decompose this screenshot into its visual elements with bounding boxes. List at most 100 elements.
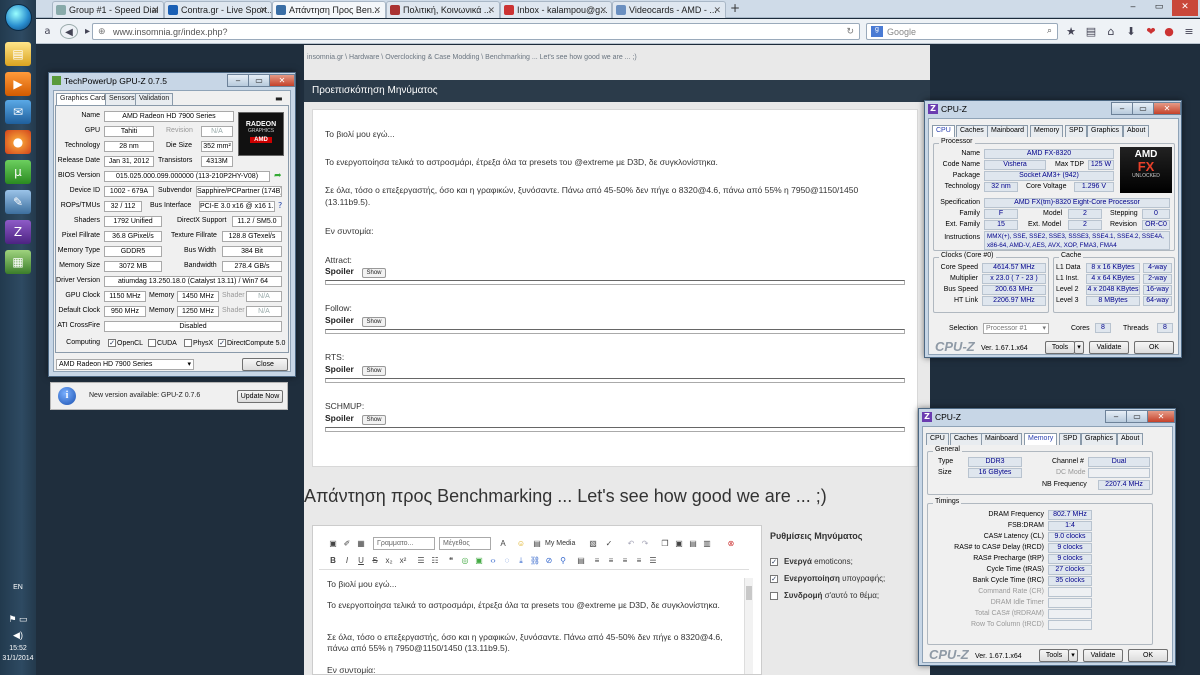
paste-word-icon[interactable]: ▥ [701,538,713,550]
validate-button[interactable]: Validate [1083,649,1123,662]
table-icon[interactable]: ▦ [355,538,367,550]
setting-signature[interactable]: ✓ Ενεργοποίηση υπογραφής; [770,574,885,583]
ok-button[interactable]: OK [1128,649,1168,662]
tab-graphics[interactable]: Graphics [1087,125,1124,137]
media-icon[interactable]: ▤ [531,538,543,550]
subscript-icon[interactable]: x₂ [383,555,395,567]
font-select[interactable]: Γραμματο... [373,537,435,550]
quote-icon[interactable]: ❝ [445,555,457,567]
paste-text-icon[interactable]: ▤ [687,538,699,550]
tab-videocards[interactable]: Videocards - AMD - ... ✕ [612,1,726,18]
tab-spd[interactable]: SPD [1059,433,1082,445]
physx-check[interactable]: PhysX [184,339,213,347]
tab-insomnia[interactable]: Απάντηση Προς Ben... ✕ [272,1,386,18]
cpuz-taskbar-icon[interactable]: Z [5,220,31,244]
checkbox[interactable] [184,339,192,347]
comment-icon[interactable]: ◌ [501,555,513,567]
maximize-button[interactable]: ▭ [1132,102,1154,115]
undo-icon[interactable]: ↶ [625,538,637,550]
tab-about[interactable]: About [1117,433,1144,445]
tab-cpu[interactable]: CPU [926,433,949,445]
tab-speed-dial[interactable]: Group #1 - Speed Dial ✕ [52,1,164,18]
checkbox[interactable]: ✓ [770,557,778,566]
notes-icon[interactable]: ✎ [5,190,31,214]
download-icon[interactable]: ⬇ [1124,24,1138,39]
firefox-icon[interactable]: ● [5,130,31,154]
help-icon[interactable]: ? [278,201,282,210]
share-icon[interactable]: ➦ [274,171,282,181]
tab-caches[interactable]: Caches [956,125,988,137]
tab-memory[interactable]: Memory [1030,125,1064,137]
tab-memory[interactable]: Memory [1024,433,1058,445]
update-now-button[interactable]: Update Now [237,390,283,403]
adblock-icon[interactable]: ● [1162,24,1176,39]
size-select[interactable]: Μέγεθος [439,537,491,550]
ordered-list-icon[interactable]: ☰ [415,555,427,567]
camera-icon[interactable]: ▬ [275,94,283,103]
new-tab-button[interactable]: + [730,1,740,15]
tab-inbox[interactable]: Inbox - kalampou@g... ✕ [500,1,612,18]
media-player-icon[interactable]: ▶ [5,72,31,96]
my-media-button[interactable]: My Media [545,540,575,547]
tools-dropdown-button[interactable]: ▾ [1074,341,1084,354]
search-icon[interactable]: ⌕ [1047,25,1052,36]
align-left-icon[interactable]: ≡ [591,555,603,567]
checkbox[interactable]: ✓ [770,574,778,583]
editor-scrollbar[interactable] [744,578,753,674]
unlink-icon[interactable]: ⊘ [543,555,555,567]
close-button[interactable]: ✕ [1153,102,1181,115]
url-bar[interactable]: ⊕ www.insomnia.gr/index.php? ↻ [92,23,860,40]
tab-mainboard[interactable]: Mainboard [981,433,1023,445]
bookmark-star-icon[interactable]: ★ [1064,24,1078,39]
spoiler-show-button[interactable]: Show [362,415,386,425]
setting-emoticons[interactable]: ✓ Ενεργά emoticons; [770,557,853,566]
setting-subscribe[interactable]: Συνδρομή σ'αυτό το θέμα; [770,591,879,600]
close-icon[interactable]: ✕ [599,5,607,16]
processor-select[interactable]: Processor #1 ▾ [983,323,1049,334]
explorer-icon[interactable]: ▤ [5,42,31,66]
tab-about[interactable]: About [1123,125,1150,137]
maximize-button[interactable]: ▭ [1146,0,1172,16]
align-right-icon[interactable]: ≡ [619,555,631,567]
spoiler-show-button[interactable]: Show [362,366,386,376]
bullet-list-icon[interactable]: ☷ [429,555,441,567]
minimize-button[interactable]: ‒ [227,74,249,87]
tools-button[interactable]: Tools [1039,649,1069,662]
maximize-button[interactable]: ▭ [248,74,270,87]
download-link-icon[interactable]: ⤓ [515,555,527,567]
tools-button[interactable]: Tools [1045,341,1075,354]
spellcheck-icon[interactable]: ✓ [603,538,615,550]
editor-paragraph[interactable]: Εν συντομία: [327,665,737,675]
opencl-check[interactable]: ✓ OpenCL [108,339,143,347]
maximize-editor-icon[interactable]: ⊗ [725,538,737,550]
paste-icon[interactable]: ▣ [673,538,685,550]
anchor-icon[interactable]: ⚲ [557,555,569,567]
image-icon[interactable]: ▧ [587,538,599,550]
close-button[interactable]: ✕ [1147,410,1175,423]
spoiler-tool-icon[interactable]: ☰ [647,555,659,567]
back-icon[interactable]: ◀ [60,24,78,39]
flag-icon[interactable]: ⚑ ▭ [0,614,36,625]
link-icon[interactable]: ⛓ [529,555,541,567]
superscript-icon[interactable]: x² [397,555,409,567]
copy-icon[interactable]: ❐ [659,538,671,550]
tab-politics[interactable]: Πολιτική, Κοινωνικά ... ✕ [386,1,500,18]
checkbox[interactable]: ✓ [218,339,226,347]
minimize-button[interactable]: ‒ [1120,0,1146,16]
editor-paragraph[interactable]: Το βιολί μου εγώ... [327,579,737,590]
clock-date[interactable]: 31/1/2014 [0,655,36,662]
close-icon[interactable]: ✕ [713,5,721,16]
align-center-icon[interactable]: ≡ [605,555,617,567]
close-button[interactable]: Close [242,358,288,371]
code-icon[interactable]: ‹› [487,555,499,567]
spoiler-show-button[interactable]: Show [362,317,386,327]
align-justify-icon[interactable]: ≡ [633,555,645,567]
tab-validation[interactable]: Validation [135,93,174,105]
volume-icon[interactable]: ◀) [0,630,36,641]
close-icon[interactable]: ✕ [487,5,495,16]
tools-dropdown-button[interactable]: ▾ [1068,649,1078,662]
thunderbird-icon[interactable]: ✉ [5,100,31,124]
spoiler-show-button[interactable]: Show [362,268,386,278]
special-char-icon[interactable]: ◎ [459,555,471,567]
source-icon[interactable]: ▣ [327,538,339,550]
